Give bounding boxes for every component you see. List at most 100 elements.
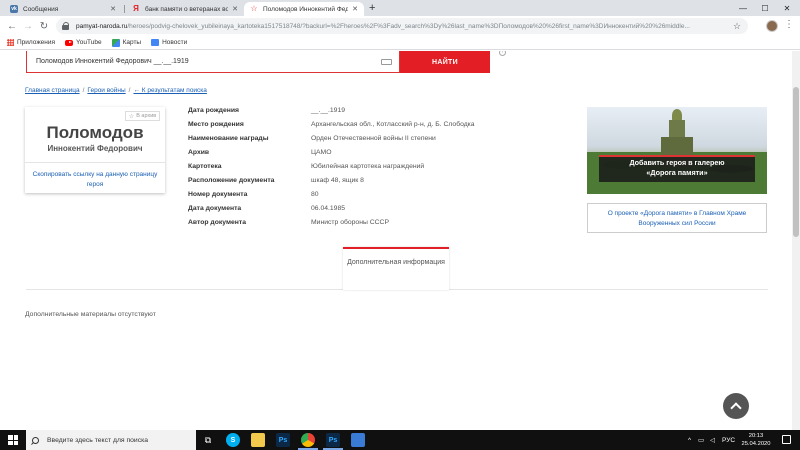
detail-row: Наименование награды Орден Отечественной … bbox=[188, 135, 508, 147]
hero-surname: Поломодов bbox=[46, 123, 144, 142]
network-icon[interactable]: ▭ bbox=[698, 430, 704, 450]
browser-tab-yandex[interactable]: Я банк памяти о ветеранах вов - ✕ bbox=[126, 2, 244, 16]
skype-icon[interactable]: S bbox=[226, 433, 240, 447]
breadcrumb-separator: / bbox=[82, 87, 85, 94]
detail-value: Министр обороны СССР bbox=[311, 219, 389, 226]
detail-row: Автор документа Министр обороны СССР bbox=[188, 219, 508, 231]
bookmark-star-icon[interactable]: ☆ bbox=[730, 21, 744, 32]
page-scrollbar[interactable] bbox=[792, 51, 800, 430]
vk-icon: vk bbox=[10, 5, 18, 13]
photoshop-icon[interactable]: Ps bbox=[323, 433, 343, 450]
archive-badge-label: В архив bbox=[136, 113, 157, 119]
volume-icon[interactable]: ◁ bbox=[710, 430, 715, 450]
detail-label: Дата рождения bbox=[188, 107, 239, 114]
bookmark-label: Новости bbox=[162, 39, 188, 46]
detail-label: Место рождения bbox=[188, 121, 244, 128]
close-window-icon[interactable]: ✕ bbox=[776, 0, 798, 16]
taskbar-search-input[interactable]: Введите здесь текст для поиска bbox=[26, 430, 196, 450]
road-of-memory-banner[interactable]: Добавить героя в галерею «Дорога памяти» bbox=[587, 107, 767, 194]
news-icon bbox=[151, 39, 160, 47]
divider bbox=[25, 162, 165, 163]
bookmark-youtube[interactable]: YouTube bbox=[65, 39, 102, 47]
tab-separator bbox=[124, 5, 125, 13]
detail-label: Картотека bbox=[188, 163, 222, 170]
browser-tab-active[interactable]: ☆ Поломодов Иннокентий Федо ✕ bbox=[244, 2, 364, 16]
minimize-icon[interactable]: — bbox=[732, 0, 754, 16]
url-path: /heroes/podvig-chelovek_yubileinaya_kart… bbox=[127, 22, 690, 30]
detail-row: Место рождения Архангельская обл., Котлас… bbox=[188, 121, 508, 133]
maps-icon bbox=[111, 38, 120, 47]
photoshop-icon[interactable]: Ps bbox=[276, 433, 290, 447]
detail-label: Наименование награды bbox=[188, 135, 269, 142]
scroll-to-top-button[interactable] bbox=[723, 393, 749, 419]
detail-row: Номер документа 80 bbox=[188, 191, 508, 203]
bookmark-maps[interactable]: Карты bbox=[111, 38, 141, 47]
task-view-icon[interactable]: ⧉ bbox=[201, 433, 215, 447]
detail-row: Расположение документа шкаф 48, ящик 8 bbox=[188, 177, 508, 189]
new-tab-button[interactable]: + bbox=[369, 2, 375, 14]
detail-row: Архив ЦАМО bbox=[188, 149, 508, 161]
photos-icon[interactable] bbox=[351, 433, 365, 447]
search-query-text: Поломодов Иннокентий Федорович __.__.191… bbox=[36, 58, 189, 65]
copy-link[interactable]: Скопировать ссылку на данную страницу ге… bbox=[29, 170, 161, 190]
browser-tab-title: Поломодов Иннокентий Федо bbox=[263, 5, 349, 13]
detail-value: 06.04.1985 bbox=[311, 205, 346, 212]
url-text: pamyat-naroda.ru/heroes/podvig-chelovek_… bbox=[76, 23, 730, 30]
promo-label-line1: Добавить героя в галерею bbox=[629, 158, 725, 167]
detail-value: Орден Отечественной войны II степени bbox=[311, 135, 436, 142]
add-hero-to-gallery-button[interactable]: Добавить героя в галерею «Дорога памяти» bbox=[599, 155, 755, 182]
search-input[interactable]: Поломодов Иннокентий Федорович __.__.191… bbox=[26, 51, 400, 73]
browser-tab-title: Сообщения bbox=[23, 5, 59, 13]
help-icon[interactable]: ? bbox=[499, 51, 506, 56]
detail-value: __.__.1919 bbox=[311, 107, 346, 114]
clock-date: 25.04.2020 bbox=[741, 441, 771, 447]
detail-label: Дата документа bbox=[188, 205, 242, 212]
chrome-icon[interactable] bbox=[298, 433, 318, 450]
back-arrow-icon[interactable]: ← bbox=[6, 20, 18, 32]
address-bar: ← → ↻ pamyat-naroda.ru/heroes/podvig-che… bbox=[0, 16, 800, 36]
breadcrumb-heroes-link[interactable]: Герои войны bbox=[87, 87, 125, 94]
detail-row: Дата документа 06.04.1985 bbox=[188, 205, 508, 217]
tray-chevron-icon[interactable]: ^ bbox=[688, 430, 691, 450]
url-field[interactable]: pamyat-naroda.ru/heroes/podvig-chelovek_… bbox=[56, 18, 748, 34]
detail-value: 80 bbox=[311, 191, 319, 198]
menu-kebab-icon[interactable]: ⋮ bbox=[784, 19, 794, 31]
back-to-results-link[interactable]: ← К результатам поиска bbox=[133, 87, 206, 94]
detail-label: Архив bbox=[188, 149, 210, 156]
about-project-link[interactable]: О проекте «Дорога памяти» в Главном Храм… bbox=[587, 203, 767, 233]
maximize-icon[interactable]: ☐ bbox=[754, 0, 776, 16]
tab-strip: vk Сообщения ✕ Я банк памяти о ветеранах… bbox=[0, 0, 800, 16]
star-icon: ☆ bbox=[128, 113, 135, 120]
detail-row: Картотека Юбилейная картотека награждений bbox=[188, 163, 508, 175]
breadcrumb: Главная страница / Герои войны / ← К результ… bbox=[25, 87, 207, 94]
taskbar-clock[interactable]: 20:13 25.04.2020 bbox=[734, 432, 778, 448]
detail-value: ЦАМО bbox=[311, 149, 332, 156]
windows-start-icon[interactable] bbox=[8, 435, 18, 445]
archive-badge[interactable]: ☆ В архив bbox=[125, 111, 160, 121]
url-host: pamyat-naroda.ru bbox=[76, 22, 128, 30]
scrollbar-thumb[interactable] bbox=[793, 87, 799, 237]
forward-arrow-icon[interactable]: → bbox=[22, 20, 34, 32]
breadcrumb-home-link[interactable]: Главная страница bbox=[25, 87, 80, 94]
profile-avatar[interactable] bbox=[766, 20, 778, 32]
detail-value: Юбилейная картотека награждений bbox=[311, 163, 425, 170]
browser-tab-messages[interactable]: vk Сообщения ✕ bbox=[4, 2, 122, 16]
bookmark-news[interactable]: Новости bbox=[151, 39, 187, 47]
keyboard-icon[interactable] bbox=[381, 59, 392, 65]
browser-tab-title: банк памяти о ветеранах вов - bbox=[145, 5, 229, 13]
notifications-icon[interactable] bbox=[782, 435, 791, 444]
detail-value: шкаф 48, ящик 8 bbox=[311, 177, 364, 184]
bookmark-apps[interactable]: Приложения bbox=[6, 39, 55, 47]
close-icon[interactable]: ✕ bbox=[232, 5, 238, 13]
tab-additional-info[interactable]: Дополнительная информация bbox=[343, 247, 449, 290]
close-icon[interactable]: ✕ bbox=[352, 5, 358, 13]
reload-icon[interactable]: ↻ bbox=[38, 20, 50, 32]
youtube-icon bbox=[65, 39, 74, 47]
file-explorer-icon[interactable] bbox=[251, 433, 265, 447]
detail-row: Дата рождения __.__.1919 bbox=[188, 107, 508, 119]
yandex-icon: Я bbox=[133, 4, 139, 13]
breadcrumb-separator: / bbox=[128, 87, 131, 94]
close-icon[interactable]: ✕ bbox=[110, 5, 116, 13]
search-button[interactable]: НАЙТИ bbox=[400, 51, 490, 73]
windows-taskbar: Введите здесь текст для поиска ⧉ S Ps Ps… bbox=[0, 430, 800, 450]
